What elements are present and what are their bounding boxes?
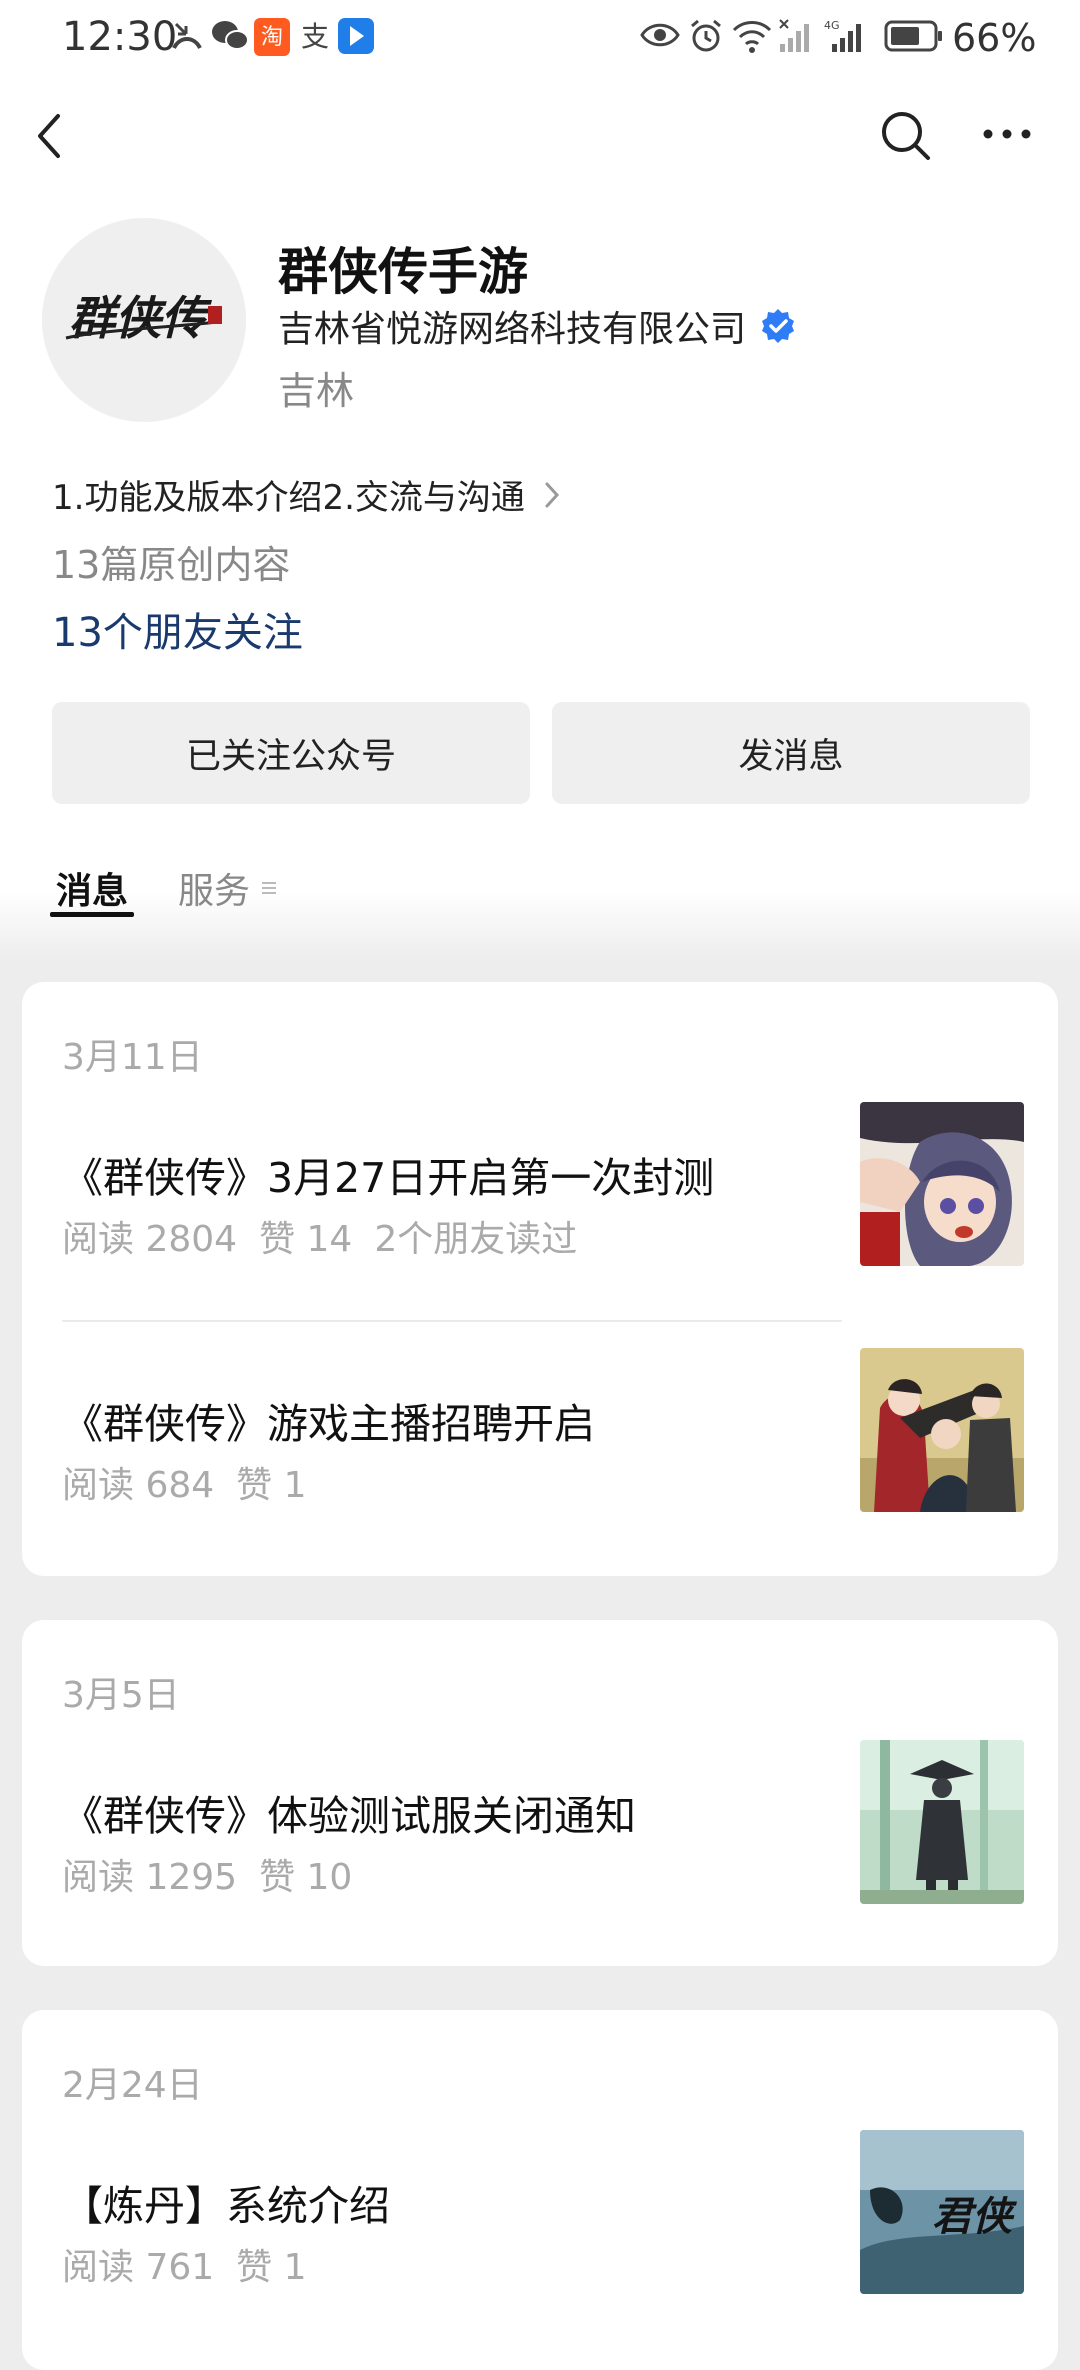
chevron-left-icon[interactable] <box>30 112 70 160</box>
alarm-icon <box>691 19 721 52</box>
search-icon[interactable] <box>880 110 932 162</box>
feed-card: 2月24日 【炼丹】系统介绍 阅读 761 赞 1 君侠 <box>22 2010 1058 2370</box>
company-name: 吉林省悦游网络科技有限公司 <box>278 309 747 350</box>
taobao-icon: 淘 <box>254 18 290 56</box>
article-thumbnail <box>860 1740 1024 1904</box>
game-logo: 群侠传 <box>65 291 222 345</box>
article-item[interactable]: 【炼丹】系统介绍 阅读 761 赞 1 君侠 <box>62 2130 1024 2312</box>
article-meta: 阅读 1295 赞 10 <box>62 1848 374 1900</box>
article-thumbnail <box>860 1348 1024 1512</box>
friends-follow-link[interactable]: 13个朋友关注 <box>52 600 303 658</box>
app-icon <box>338 18 374 54</box>
wifi-icon <box>732 21 772 53</box>
divider <box>62 1320 842 1322</box>
more-dots-icon[interactable] <box>982 126 1032 142</box>
svg-text:群侠传: 群侠传 <box>69 291 213 345</box>
article-thumbnail <box>860 1102 1024 1266</box>
account-name: 群侠传手游 <box>278 243 528 301</box>
article-item[interactable]: 《群侠传》游戏主播招聘开启 阅读 684 赞 1 <box>62 1348 1024 1530</box>
article-title: 《群侠传》游戏主播招聘开启 <box>62 1400 595 1448</box>
account-intro[interactable]: 1.功能及版本介绍2.交流与沟通 <box>52 470 561 519</box>
intro-text: 1.功能及版本介绍2.交流与沟通 <box>52 478 525 518</box>
eye-icon <box>640 23 680 47</box>
article-title: 【炼丹】系统介绍 <box>62 2182 390 2230</box>
article-meta: 阅读 684 赞 1 <box>62 1456 329 1508</box>
tab-messages[interactable]: 消息 <box>56 862 128 914</box>
status-time: 12:30 <box>62 14 178 60</box>
chevron-right-icon <box>545 482 559 507</box>
article-reads: 阅读 1295 <box>62 1857 238 1898</box>
top-nav <box>0 96 1080 176</box>
company-row[interactable]: 吉林省悦游网络科技有限公司 <box>278 300 796 352</box>
article-item[interactable]: 《群侠传》体验测试服关闭通知 阅读 1295 赞 10 <box>62 1740 1024 1922</box>
svg-text:支: 支 <box>301 20 329 53</box>
tab-active-indicator <box>50 912 134 917</box>
article-likes: 赞 1 <box>236 2247 307 2288</box>
article-friends-read: 2个朋友读过 <box>374 1219 578 1260</box>
battery-icon <box>884 20 942 52</box>
article-meta: 阅读 2804 赞 14 2个朋友读过 <box>62 1210 599 1262</box>
send-message-button[interactable]: 发消息 <box>552 702 1030 804</box>
original-count[interactable]: 13篇原创内容 <box>52 534 290 589</box>
missed-call-icon <box>172 22 202 50</box>
article-likes: 赞 10 <box>259 1857 353 1898</box>
feed-date: 3月11日 <box>62 1037 203 1078</box>
feed-date: 3月5日 <box>62 1675 180 1716</box>
article-likes: 赞 1 <box>236 1465 307 1506</box>
wechat-icon <box>212 21 249 50</box>
menu-lines-icon <box>262 882 277 894</box>
svg-text:君侠: 君侠 <box>932 2193 1017 2240</box>
article-meta: 阅读 761 赞 1 <box>62 2238 329 2290</box>
tab-services-label: 服务 <box>178 871 251 912</box>
svg-text:淘: 淘 <box>261 25 283 50</box>
article-thumbnail: 君侠 <box>860 2130 1024 2294</box>
svg-text:4G: 4G <box>824 19 840 32</box>
battery-percent: 66% <box>952 16 1037 60</box>
article-item[interactable]: 《群侠传》3月27日开启第一次封测 阅读 2804 赞 14 2个朋友读过 <box>62 1102 1024 1284</box>
article-reads: 阅读 2804 <box>62 1219 238 1260</box>
alipay-icon: 支 <box>301 20 329 53</box>
verified-icon <box>762 309 795 343</box>
avatar[interactable]: 群侠传 <box>42 218 246 422</box>
signal-icon <box>779 19 809 52</box>
feed-date: 2月24日 <box>62 2065 203 2106</box>
tab-services[interactable]: 服务 <box>178 862 278 914</box>
region-label: 吉林 <box>278 369 355 413</box>
article-reads: 阅读 684 <box>62 1465 215 1506</box>
article-likes: 赞 14 <box>259 1219 353 1260</box>
status-bar: 12:30 淘 支 4G 66% <box>0 0 1080 76</box>
signal-icon: 4G <box>824 19 861 52</box>
followed-button[interactable]: 已关注公众号 <box>52 702 530 804</box>
article-title: 《群侠传》体验测试服关闭通知 <box>62 1792 636 1840</box>
article-title: 《群侠传》3月27日开启第一次封测 <box>62 1154 715 1202</box>
article-reads: 阅读 761 <box>62 2247 215 2288</box>
feed-card: 3月11日 《群侠传》3月27日开启第一次封测 阅读 2804 赞 14 2个朋友读… <box>22 982 1058 1576</box>
feed-card: 3月5日 《群侠传》体验测试服关闭通知 阅读 1295 赞 10 <box>22 1620 1058 1966</box>
